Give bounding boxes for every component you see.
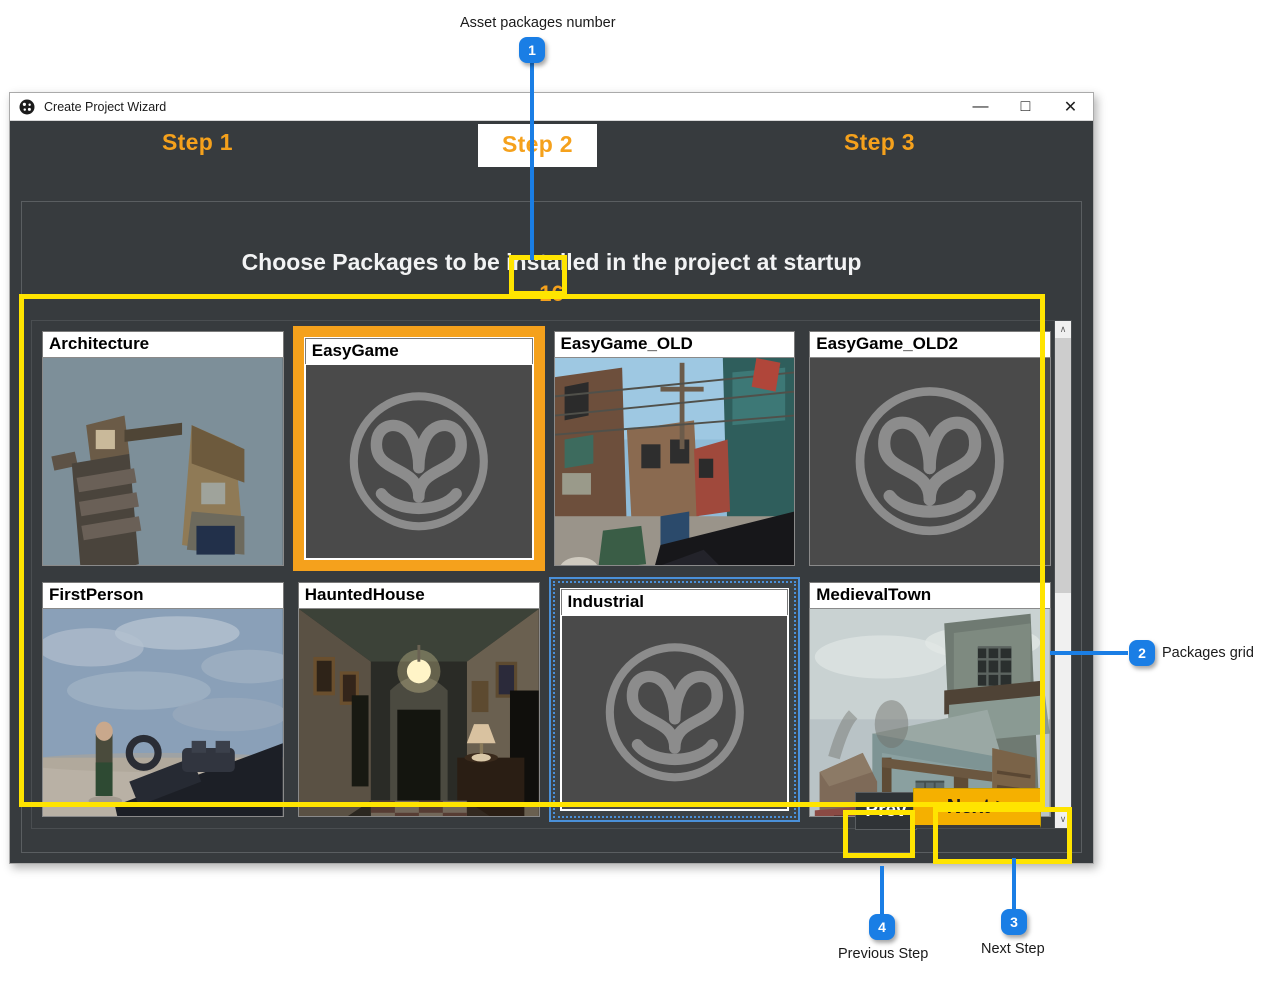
package-thumbnail (42, 356, 284, 566)
package-name: HauntedHouse (297, 582, 540, 608)
package-card-inner: EasyGame_OLD (553, 330, 797, 567)
packages-scrollbar[interactable]: ∧ ∨ (1054, 320, 1072, 829)
callout-badge-3: 3 (1001, 909, 1027, 935)
package-card-inner: EasyGame (303, 337, 534, 560)
tab-step-2[interactable]: Step 2 (478, 124, 597, 167)
step-content-panel: Choose Packages to be installed in the p… (21, 201, 1082, 853)
package-thumbnail (809, 356, 1051, 566)
package-placeholder-logo-icon (305, 364, 532, 558)
create-project-wizard-window: Create Project Wizard — □ ✕ Step 1 Step … (9, 92, 1094, 864)
maximize-icon[interactable]: □ (1003, 93, 1048, 120)
package-thumbnail (809, 607, 1051, 817)
callout-badge-2: 2 (1129, 640, 1155, 666)
tab-step-3[interactable]: Step 3 (844, 129, 915, 156)
package-card[interactable]: EasyGame_OLD (549, 326, 801, 571)
package-card-inner: HauntedHouse (297, 581, 541, 818)
callout-label-3: Next Step (981, 941, 1045, 957)
asset-packages-count: 16 (539, 281, 564, 306)
window-title: Create Project Wizard (44, 99, 167, 114)
package-card-inner: FirstPerson (41, 581, 285, 818)
package-thumbnail (297, 607, 540, 817)
package-thumbnail (42, 607, 284, 817)
callout-badge-4: 4 (869, 914, 895, 940)
package-card[interactable]: HauntedHouse (293, 577, 545, 822)
leader-line-1 (530, 60, 534, 260)
callout-label-1: Asset packages number (460, 15, 616, 31)
package-card-inner: Industrial (559, 588, 790, 811)
package-name: Architecture (42, 331, 284, 357)
package-placeholder-logo-icon (561, 615, 788, 809)
package-card[interactable]: Industrial (548, 577, 801, 822)
package-name: Industrial (560, 589, 789, 615)
package-thumbnail (553, 356, 796, 566)
page-title: Choose Packages to be installed in the p… (241, 249, 862, 275)
package-card-inner: EasyGame_OLD2 (808, 330, 1052, 567)
leader-line-4 (880, 866, 884, 914)
package-name: EasyGame_OLD2 (809, 331, 1051, 357)
scrollbar-thumb[interactable] (1055, 338, 1071, 594)
package-card[interactable]: EasyGame (292, 326, 545, 571)
package-card[interactable]: MedievalTown (804, 577, 1056, 822)
package-name: FirstPerson (42, 582, 284, 608)
leader-line-3 (1012, 858, 1016, 910)
window-titlebar: Create Project Wizard — □ ✕ (10, 93, 1093, 121)
minimize-icon[interactable]: — (958, 93, 1003, 120)
leader-line-2 (1050, 651, 1128, 655)
screenshot-root: Asset packages number 1 2 Packages grid … (0, 0, 1264, 982)
callout-badge-1: 1 (519, 37, 545, 63)
wizard-steps-bar: Step 1 Step 2 Step 3 (10, 121, 1093, 169)
callout-label-2: Packages grid (1162, 645, 1254, 661)
window-controls: — □ ✕ (958, 93, 1093, 120)
scrollbar-track[interactable] (1055, 338, 1071, 811)
next-button[interactable]: Next > (913, 788, 1041, 828)
package-placeholder-logo-icon (810, 357, 1050, 565)
scroll-up-icon[interactable]: ∧ (1055, 321, 1071, 338)
package-card-inner: Architecture (41, 330, 285, 567)
package-name: EasyGame (304, 338, 533, 364)
tab-step-1[interactable]: Step 1 (162, 129, 233, 156)
app-logo-icon (19, 99, 35, 114)
package-thumbnail (560, 614, 789, 810)
callout-label-4: Previous Step (838, 946, 929, 962)
packages-grid[interactable]: Architecture EasyGame EasyGame_OLD EasyG… (31, 320, 1062, 829)
package-name: MedievalTown (809, 582, 1051, 608)
close-icon[interactable]: ✕ (1048, 93, 1093, 120)
dialog-body: Step 1 Step 2 Step 3 Choose Packages to … (10, 121, 1093, 863)
package-card-inner: MedievalTown (808, 581, 1052, 818)
package-card[interactable]: FirstPerson (37, 577, 289, 822)
package-card[interactable]: EasyGame_OLD2 (804, 326, 1056, 571)
prev-button[interactable]: Prev (855, 792, 917, 830)
package-name: EasyGame_OLD (553, 331, 796, 357)
scroll-down-icon[interactable]: ∨ (1055, 811, 1071, 828)
package-thumbnail (304, 363, 533, 559)
package-card[interactable]: Architecture (37, 326, 289, 571)
